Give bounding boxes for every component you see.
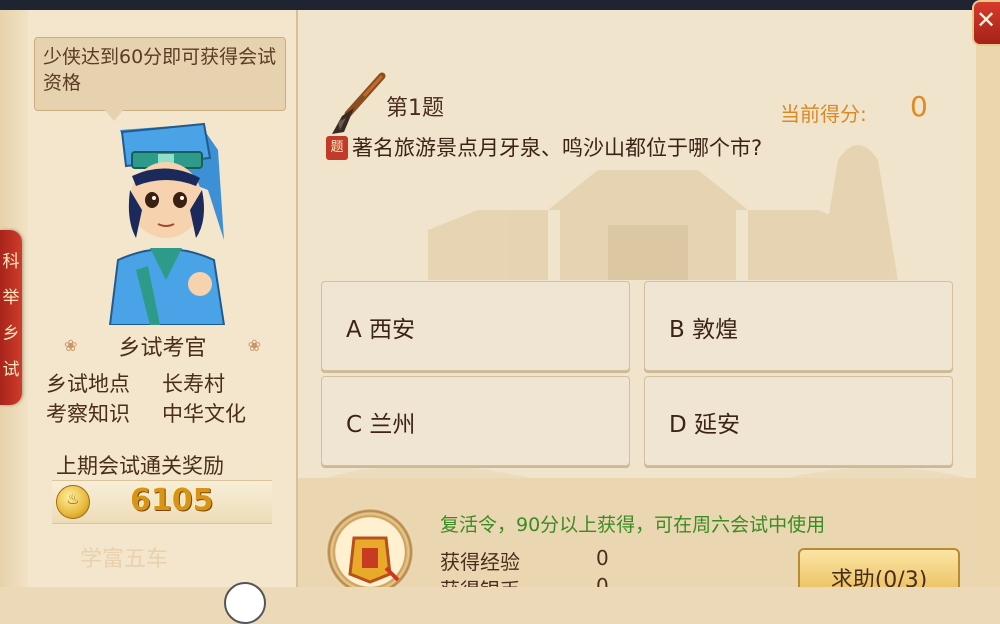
option-a-label: A 西安 bbox=[346, 317, 416, 343]
location-value: 长寿村 bbox=[162, 372, 225, 396]
examiner-avatar bbox=[108, 122, 226, 325]
exp-label: 获得经验 bbox=[440, 550, 520, 574]
brush-icon bbox=[332, 72, 386, 134]
option-d-label: D 延安 bbox=[669, 412, 741, 438]
side-tab-label: 科举乡试 bbox=[2, 252, 20, 380]
option-b-button[interactable]: B 敦煌 bbox=[644, 281, 953, 371]
examiner-name-plate: ❀ 乡试考官 ❀ bbox=[60, 328, 265, 362]
examiner-panel: 少侠达到60分即可获得会试资格 ❀ 乡试考官 ❀ 乡试地点 长寿村 考察知识 中… bbox=[28, 10, 298, 624]
option-b-label: B 敦煌 bbox=[669, 317, 739, 343]
exp-value: 0 bbox=[596, 546, 609, 570]
silver-label: 获得银币 bbox=[440, 574, 520, 587]
reward-label: 上期会试通关奖励 bbox=[56, 454, 224, 478]
option-d-button[interactable]: D 延安 bbox=[644, 376, 953, 466]
silver-value: 0 bbox=[596, 574, 609, 587]
location-label: 乡试地点 bbox=[46, 372, 130, 396]
option-c-button[interactable]: C 兰州 bbox=[321, 376, 630, 466]
revival-token-description: 复活令，90分以上获得，可在周六会试中使用 bbox=[440, 514, 826, 536]
reward-value: 6105 bbox=[130, 483, 214, 518]
right-margin bbox=[976, 46, 1000, 587]
reward-bar: ♨ 6105 bbox=[52, 480, 272, 524]
topic-value: 中华文化 bbox=[162, 402, 246, 426]
info-row-location: 乡试地点 长寿村 bbox=[46, 368, 286, 396]
score-label: 当前得分: bbox=[780, 102, 867, 126]
option-c-label: C 兰州 bbox=[346, 412, 416, 438]
help-button[interactable]: 求助(0/3) bbox=[798, 548, 960, 587]
help-button-label: 求助(0/3) bbox=[830, 568, 928, 587]
quiz-main-panel: 第1题 当前得分: 0 题 著名旅游景点月牙泉、鸣沙山都位于哪个市? A 西安 … bbox=[298, 10, 976, 587]
seal-ring-icon bbox=[224, 582, 266, 624]
revival-token-icon[interactable] bbox=[326, 508, 414, 587]
coin-icon: ♨ bbox=[56, 485, 90, 519]
top-bar bbox=[0, 0, 1000, 10]
hint-text: 少侠达到60分即可获得会试资格 bbox=[43, 46, 277, 94]
close-icon: ✕ bbox=[976, 6, 997, 34]
score-value: 0 bbox=[910, 90, 928, 123]
hint-bubble: 少侠达到60分即可获得会试资格 bbox=[34, 37, 286, 111]
info-row-topic: 考察知识 中华文化 bbox=[46, 398, 286, 426]
close-button[interactable]: ✕ bbox=[972, 0, 1000, 46]
seal-stamp: 学富五车 bbox=[79, 547, 168, 572]
topic-label: 考察知识 bbox=[46, 402, 130, 426]
scroll-ornament-right-icon: ❀ bbox=[247, 336, 261, 355]
question-number: 第1题 bbox=[386, 96, 444, 121]
question-icon: 题 bbox=[326, 136, 348, 160]
question-text: 著名旅游景点月牙泉、鸣沙山都位于哪个市? bbox=[352, 136, 763, 160]
side-tab-keju[interactable]: 科举乡试 bbox=[0, 230, 22, 405]
examiner-title: 乡试考官 bbox=[118, 336, 207, 361]
option-a-button[interactable]: A 西安 bbox=[321, 281, 630, 371]
